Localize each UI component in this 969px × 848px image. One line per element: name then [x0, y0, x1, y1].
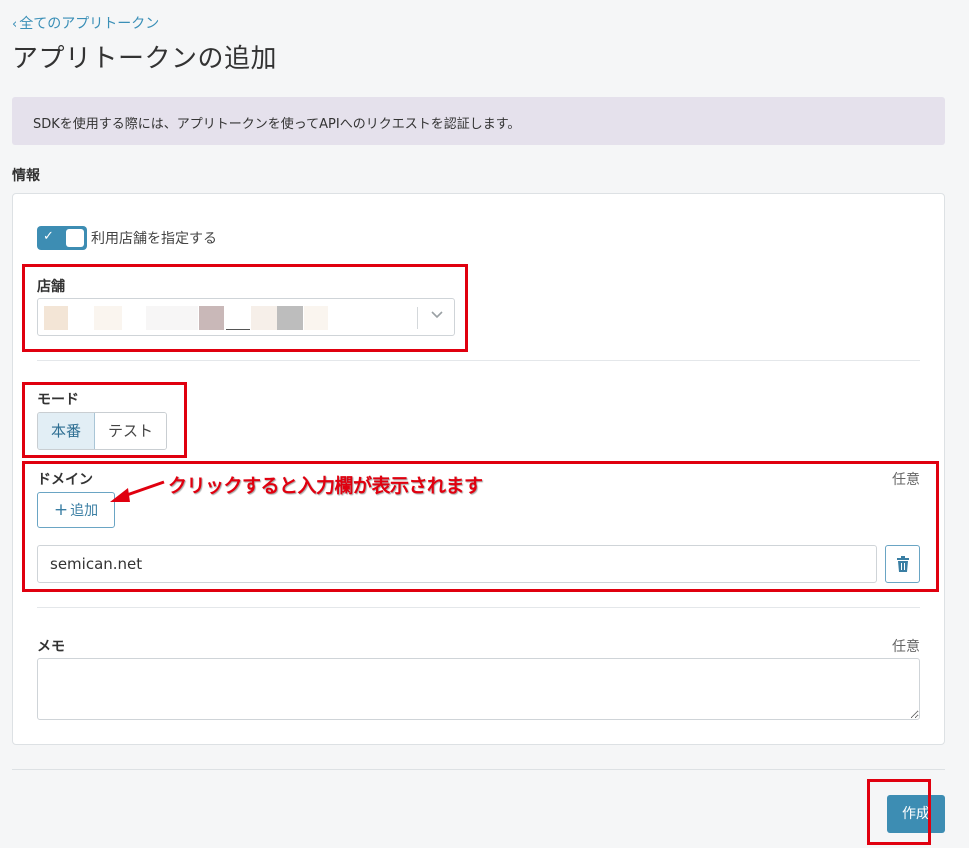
store-toggle-row: ✓ 利用店舗を指定する	[37, 226, 217, 250]
delete-domain-button[interactable]	[885, 545, 920, 583]
store-toggle[interactable]: ✓	[37, 226, 87, 250]
mode-label: モード	[37, 392, 79, 408]
add-domain-button[interactable]: + 追加	[37, 492, 115, 528]
blurred-value	[44, 306, 68, 330]
blurred-value	[277, 306, 303, 330]
blurred-value	[251, 306, 277, 330]
chevron-left-icon: ‹	[12, 17, 18, 32]
mode-option-production[interactable]: 本番	[38, 413, 96, 449]
divider	[37, 360, 920, 361]
section-heading: 情報	[12, 168, 40, 184]
back-link-label: 全てのアプリトークン	[19, 16, 160, 32]
mode-option-test[interactable]: テスト	[95, 413, 167, 449]
blurred-value	[199, 306, 224, 330]
memo-textarea[interactable]	[37, 658, 920, 720]
memo-optional-label: 任意	[892, 639, 920, 655]
store-select[interactable]	[37, 298, 455, 336]
info-notice: SDKを使用する際には、アプリトークンを使ってAPIへのリクエストを認証します。	[12, 97, 945, 145]
check-icon: ✓	[43, 229, 54, 244]
page-title: アプリトークンの追加	[12, 44, 278, 74]
select-separator	[417, 307, 418, 329]
form-card: ✓ 利用店舗を指定する 店舗 モード 本番 テスト ドメイン 任意 + 追加 s…	[12, 193, 945, 745]
store-label: 店舗	[37, 279, 65, 295]
memo-label: メモ	[37, 639, 65, 655]
back-link[interactable]: ‹ 全てのアプリトークン	[12, 13, 159, 33]
blurred-value	[226, 306, 250, 330]
mode-segmented-control: 本番 テスト	[37, 412, 168, 450]
annotation-callout: クリックすると入力欄が表示されます	[168, 475, 483, 497]
footer-divider	[12, 769, 945, 770]
store-toggle-label: 利用店舗を指定する	[91, 231, 217, 247]
create-button[interactable]: 作成	[887, 795, 945, 833]
blurred-value	[146, 306, 198, 330]
blurred-value	[304, 306, 328, 330]
domain-input[interactable]	[37, 545, 877, 583]
domain-label: ドメイン	[37, 472, 93, 488]
blurred-value	[94, 306, 122, 330]
trash-icon	[897, 556, 909, 572]
domain-optional-label: 任意	[892, 472, 920, 488]
divider	[37, 607, 920, 608]
arrow-icon	[110, 480, 165, 502]
add-domain-label: 追加	[70, 503, 99, 519]
chevron-down-icon	[430, 307, 444, 325]
plus-icon: +	[53, 500, 69, 520]
toggle-knob	[66, 229, 84, 247]
